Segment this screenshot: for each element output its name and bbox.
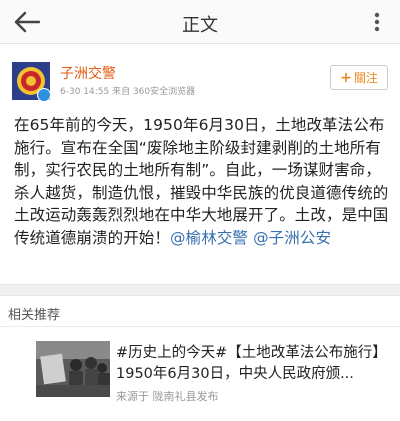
related-item-source: 来源于 陇南礼县发布: [116, 390, 219, 403]
plus-icon: +: [340, 69, 352, 86]
verified-badge-icon: [37, 88, 51, 102]
post-meta: 6-30 14:55 来自 360安全浏览器: [60, 87, 196, 97]
mention-link[interactable]: @子洲公安: [253, 229, 331, 247]
more-vertical-icon[interactable]: [364, 8, 390, 36]
mention-link[interactable]: @榆林交警: [170, 229, 248, 247]
post-text: 在65年前的今天，1950年6月30日，土地改革法公布施行。宣布在全国“废除地主…: [14, 116, 389, 247]
follow-button[interactable]: + 關注: [330, 65, 388, 90]
section-divider: [0, 284, 400, 296]
related-item-title[interactable]: #历史上的今天#【土地改革法公布施行】1950年6月30日，中央人民政府颁...: [116, 343, 396, 385]
follow-label: 關注: [353, 71, 378, 85]
related-thumbnail[interactable]: [36, 341, 110, 397]
related-section-title: 相关推荐: [8, 308, 61, 323]
top-nav-bar: 正文: [0, 0, 400, 44]
page-title: 正文: [182, 15, 218, 36]
post-content: 在65年前的今天，1950年6月30日，土地改革法公布施行。宣布在全国“废除地主…: [14, 114, 392, 249]
author-name[interactable]: 子洲交警: [60, 63, 116, 83]
